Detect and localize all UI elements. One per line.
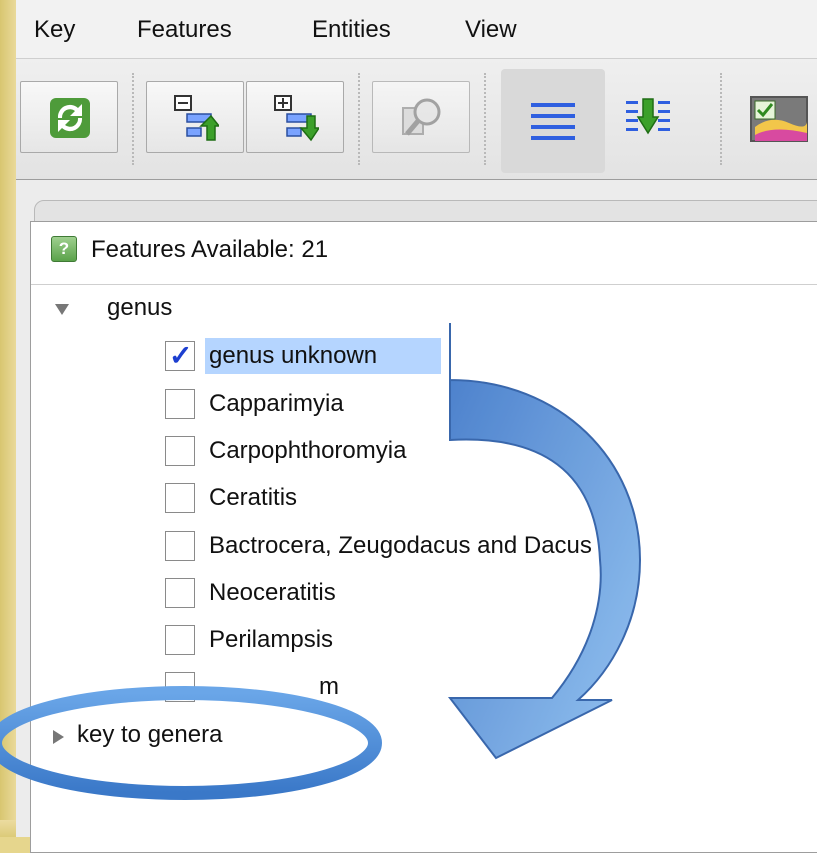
checkmark-icon: ✓ [169,340,193,371]
features-panel: ? Features Available: 21 genus ✓ genus u… [30,221,817,853]
option-genus-unknown[interactable]: genus unknown [209,342,377,370]
option-obscured[interactable]: m [209,673,339,701]
option-ceratitis[interactable]: Ceratitis [209,484,297,512]
checkbox-obscured-option[interactable] [165,672,195,702]
image-check-icon [750,96,808,142]
collapse-up-icon [174,95,219,141]
toolbar-separator [132,73,134,165]
toolbar [16,59,817,180]
expanded-triangle-icon[interactable] [55,304,69,315]
menu-bar: Key Features Entities View [16,0,817,59]
checkbox-bactrocera[interactable] [165,531,195,561]
checkbox-ceratitis[interactable] [165,483,195,513]
tree-node-genus[interactable]: genus [107,294,172,322]
toolbar-separator [720,73,722,165]
collapsed-triangle-icon[interactable] [53,730,64,744]
find-feature-button[interactable] [372,81,470,153]
tree-node-key-to-genera[interactable]: key to genera [77,721,222,749]
checkbox-genus-unknown[interactable]: ✓ [165,340,195,371]
panel-header: ? Features Available: 21 [31,222,817,285]
checkbox-neoceratitis[interactable] [165,578,195,608]
option-carpophthoromyia[interactable]: Carpophthoromyia [209,437,406,465]
sorted-list-icon [626,98,670,135]
list-view-icon [531,103,575,140]
refresh-icon [50,98,90,138]
list-view-button[interactable] [501,69,605,173]
option-perilampsis[interactable]: Perilampsis [209,626,333,654]
refresh-button[interactable] [20,81,118,153]
expand-down-icon [274,95,319,142]
menu-features[interactable]: Features [137,16,232,44]
checkbox-perilampsis[interactable] [165,625,195,655]
image-view-button[interactable] [749,93,809,145]
expand-all-button[interactable] [246,81,344,153]
search-feature-icon [402,98,441,136]
menu-key[interactable]: Key [34,16,75,44]
sorted-list-button[interactable] [626,97,676,145]
option-neoceratitis[interactable]: Neoceratitis [209,579,336,607]
toolbar-separator [358,73,360,165]
checkbox-capparimyia[interactable] [165,389,195,419]
collapse-all-button[interactable] [146,81,244,153]
menu-view[interactable]: View [465,16,517,44]
help-icon: ? [51,236,77,262]
menu-entities[interactable]: Entities [312,16,391,44]
option-capparimyia[interactable]: Capparimyia [209,390,344,418]
checkbox-carpophthoromyia[interactable] [165,436,195,466]
features-available-label: Features Available: 21 [91,236,329,263]
toolbar-separator [484,73,486,165]
option-bactrocera-zeugodacus-dacus[interactable]: Bactrocera, Zeugodacus and Dacus [209,532,592,560]
